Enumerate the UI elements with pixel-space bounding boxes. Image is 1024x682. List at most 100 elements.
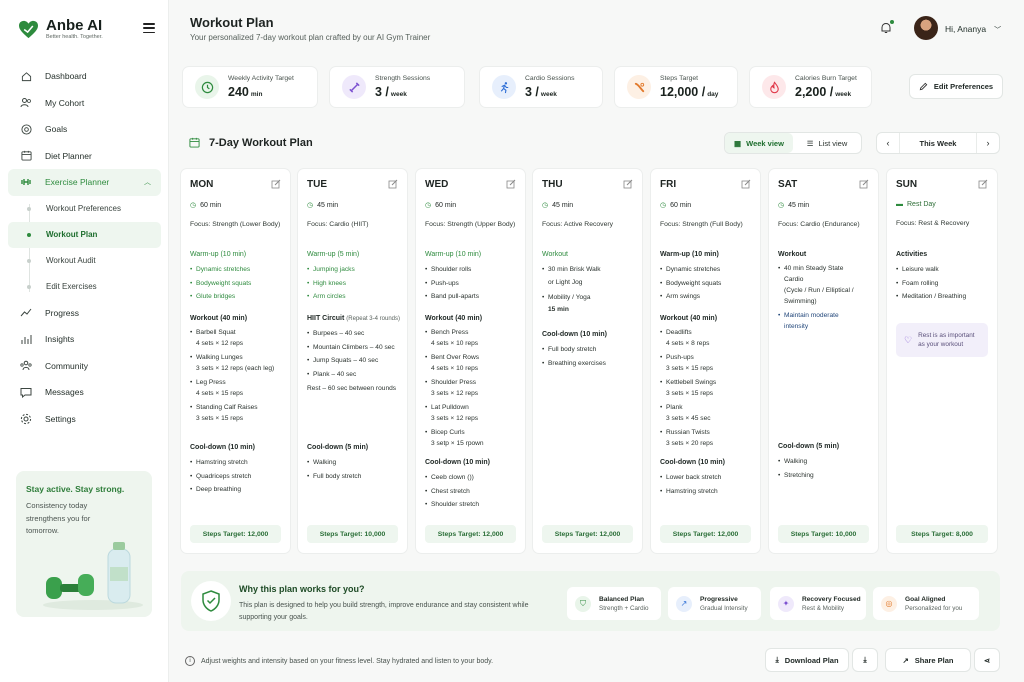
avatar[interactable] <box>914 16 938 40</box>
trend-icon: ↗ <box>676 595 692 612</box>
feature-balanced-plan: ⛉ Balanced Plan Strength + Cardio <box>567 587 661 620</box>
steps-target-badge: Steps Target: 12,000 <box>542 525 633 543</box>
sidebar-item-dashboard[interactable]: Dashboard <box>8 63 161 90</box>
clock-icon <box>195 75 219 99</box>
steps-target-badge: Steps Target: 12,000 <box>660 525 751 543</box>
sidebar-item-messages[interactable]: Messages <box>8 379 161 406</box>
chevron-down-icon: ﹀ <box>994 27 1002 34</box>
footer-info: i Adjust weights and intensity based on … <box>185 656 493 666</box>
activities-block: Activities Leisure walkFoam rollingMedit… <box>896 251 991 304</box>
brand-name: Anbe AI <box>46 17 103 34</box>
stat-calories-target: Calories Burn Target 2,200 /week <box>749 66 872 108</box>
sidebar-item-my-cohort[interactable]: My Cohort <box>8 90 161 117</box>
sidebar-item-label: Community <box>45 360 88 371</box>
shield-check-icon <box>191 581 231 621</box>
why-plan-panel: Why this plan works for you? This plan i… <box>181 571 1000 631</box>
stat-steps-target: Steps Target 12,000 /day <box>614 66 738 108</box>
chevron-right-icon: › <box>986 138 990 148</box>
grid-icon: ▦ <box>734 138 742 148</box>
chevron-up-icon[interactable]: ︿ <box>144 177 151 187</box>
workout-block: Workout 40 min Steady State Cardio (Cycl… <box>778 251 872 335</box>
cooldown-block: Cool-down (10 min) Ceeb clown ())Chest s… <box>425 459 519 512</box>
view-toggle: ▦ Week view ☰ List view <box>724 132 862 154</box>
sidebar-item-exercise-planner[interactable]: Exercise Planner ︿ <box>8 169 161 196</box>
menu-icon[interactable] <box>143 22 155 34</box>
user-menu[interactable]: Hi, Ananya ﹀ <box>945 24 1001 35</box>
subnav-workout-preferences[interactable]: Workout Preferences <box>8 196 161 222</box>
steps-target-badge: Steps Target: 12,000 <box>190 525 281 543</box>
stats-row: Weekly Activity Target 240 min Strength Se… <box>182 66 872 108</box>
clock-icon: ◷ <box>425 202 432 209</box>
day-card-sun[interactable]: SUN ▬ Rest Day Focus: Rest & Recovery Act… <box>886 168 998 554</box>
calendar-icon <box>20 150 32 162</box>
prev-week-button[interactable]: ‹ <box>877 133 899 153</box>
clock-icon: ◷ <box>307 202 314 209</box>
clock-icon: ◷ <box>190 202 197 209</box>
edit-icon[interactable] <box>506 179 516 189</box>
week-navigator: ‹ This Week › <box>876 132 1000 154</box>
promo-title: Stay active. Stay strong. <box>26 484 125 494</box>
day-card-tue[interactable]: TUE ◷ 45 min Focus: Cardio (HIIT) Warm-up… <box>297 168 408 554</box>
day-card-mon[interactable]: MON ◷ 60 min Focus: Strength (Lower Body)… <box>180 168 291 554</box>
stat-weekly-activity: Weekly Activity Target 240 min <box>182 66 318 108</box>
edit-icon[interactable] <box>741 179 751 189</box>
sidebar-item-goals[interactable]: Goals <box>8 116 161 143</box>
motivation-card: Stay active. Stay strong. Consistency to… <box>16 471 152 617</box>
sidebar-item-community[interactable]: Community <box>8 353 161 380</box>
brand-logo[interactable]: Anbe AI Better health. Together. <box>18 18 103 40</box>
sidebar-item-settings[interactable]: Settings <box>8 406 161 433</box>
clock-icon: ◷ <box>660 202 667 209</box>
running-icon <box>492 75 516 99</box>
cooldown-block: Cool-down (10 min) Full body stretchBrea… <box>542 331 636 370</box>
next-week-button[interactable]: › <box>977 133 999 153</box>
day-card-sat[interactable]: SAT ◷ 45 min Focus: Cardio (Endurance) Wo… <box>768 168 879 554</box>
edit-icon[interactable] <box>978 179 988 189</box>
steps-target-badge: Steps Target: 8,000 <box>896 525 988 543</box>
target-icon: ◎ <box>881 595 897 612</box>
edit-icon[interactable] <box>623 179 633 189</box>
cooldown-block: Cool-down (10 min) Lower back stretchHam… <box>660 459 754 498</box>
plan-section-title: 7-Day Workout Plan <box>209 137 313 149</box>
insights-icon <box>20 333 32 345</box>
day-card-fri[interactable]: FRI ◷ 60 min Focus: Strength (Full Body) … <box>650 168 761 554</box>
feature-recovery-focused: ✦ Recovery Focused Rest & Mobility <box>770 587 866 620</box>
subnav-workout-plan[interactable]: Workout Plan <box>8 221 161 248</box>
chevron-left-icon: ‹ <box>886 138 890 148</box>
sidebar-item-diet-planner[interactable]: Diet Planner <box>8 143 161 170</box>
subnav-edit-exercises[interactable]: Edit Exercises <box>8 274 161 300</box>
footprint-icon <box>627 75 651 99</box>
target-icon <box>20 123 32 135</box>
subnav-workout-audit[interactable]: Workout Audit <box>8 248 161 274</box>
calendar-icon <box>189 137 200 148</box>
sidebar-item-label: Exercise Planner <box>45 177 110 188</box>
workout-block: Workout (40 min) Deadlifts4 sets × 8 rep… <box>660 315 754 452</box>
download-plan-button[interactable]: ⤓ Download Plan <box>765 648 849 672</box>
warmup-block: Warm-up (10 min) Dynamic stretchesBodywe… <box>190 251 284 304</box>
workout-block: Workout 30 min Brisk Walk or Light Jog M… <box>542 251 636 318</box>
share-options-button[interactable]: ⋖ <box>974 648 1000 672</box>
sidebar-item-label: Dashboard <box>45 71 87 82</box>
edit-icon[interactable] <box>271 179 281 189</box>
users-icon <box>20 97 32 109</box>
hiit-block: HIIT Circuit (Repeat 3-4 rounds) Burpees… <box>307 315 401 397</box>
week-view-button[interactable]: ▦ Week view <box>725 133 793 153</box>
day-card-thu[interactable]: THU ◷ 45 min Focus: Active Recovery Worko… <box>532 168 643 554</box>
sidebar-item-progress[interactable]: Progress <box>8 300 161 327</box>
download-options-button[interactable]: ⤓ <box>852 648 878 672</box>
list-icon: ☰ <box>806 138 814 148</box>
stat-cardio-sessions: Cardio Sessions 3 /week <box>479 66 603 108</box>
sidebar-item-insights[interactable]: Insights <box>8 326 161 353</box>
edit-preferences-button[interactable]: Edit Preferences <box>909 74 1003 99</box>
info-icon: i <box>185 656 195 666</box>
cooldown-block: Cool-down (10 min) Hamstring stretchQuad… <box>190 444 284 497</box>
edit-icon[interactable] <box>388 179 398 189</box>
list-view-button[interactable]: ☰ List view <box>793 133 861 153</box>
edit-icon[interactable] <box>859 179 869 189</box>
share-plan-button[interactable]: ↗ Share Plan <box>885 648 971 672</box>
day-card-wed[interactable]: WED ◷ 60 min Focus: Strength (Upper Body)… <box>415 168 526 554</box>
sidebar-item-label: Goals <box>45 124 68 135</box>
sidebar-item-label: Settings <box>45 413 76 424</box>
day-columns: MON ◷ 60 min Focus: Strength (Lower Body)… <box>180 168 1000 554</box>
bed-icon: ▬ <box>896 201 903 208</box>
steps-target-badge: Steps Target: 10,000 <box>778 525 869 543</box>
